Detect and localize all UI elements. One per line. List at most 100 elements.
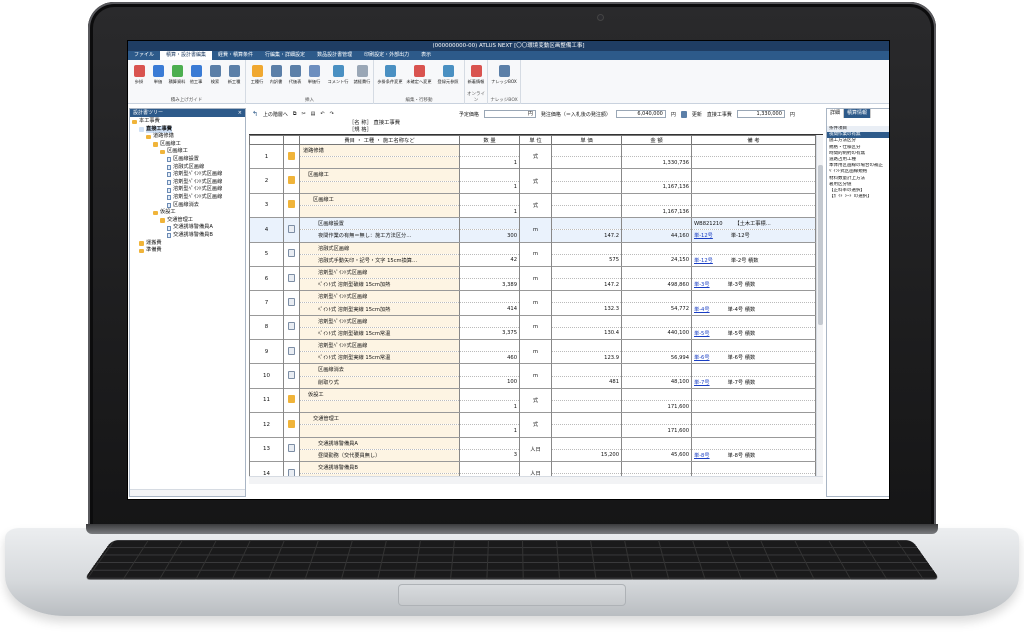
qty-cell[interactable]: 3,389 <box>459 278 520 292</box>
calculator-icon[interactable] <box>680 110 687 118</box>
menu-item-1[interactable]: 積算・設計書編集 <box>160 51 213 60</box>
price-cell[interactable]: 123.9 <box>551 351 622 365</box>
item-spec[interactable] <box>299 424 460 438</box>
menu-item-6[interactable]: 表示 <box>415 51 437 60</box>
qty-cell[interactable]: 460 <box>459 351 520 365</box>
item-name[interactable]: 区画線工 <box>299 192 460 206</box>
item-spec[interactable]: ﾍﾟｲﾝﾄ式 溶剤型実線 15cm常温 <box>299 351 460 365</box>
price-cell[interactable]: 130.4 <box>551 326 622 341</box>
item-spec[interactable]: 削取り式 <box>299 375 460 389</box>
tree-node[interactable]: 本工事費 <box>132 118 245 126</box>
price-cell[interactable]: 147.2 <box>551 229 622 243</box>
tree-node[interactable]: 直接工事費 <box>132 125 245 134</box>
detail-link[interactable]: 単-7号 <box>694 380 710 386</box>
redo-icon[interactable]: ↷ <box>330 111 334 117</box>
price-cell[interactable] <box>551 399 622 414</box>
detail-link[interactable]: 単-12号 <box>694 233 713 239</box>
tree-node[interactable]: 溶剤型ﾍﾟｲﾝﾄ式区画線 <box>132 194 245 202</box>
tree-node[interactable]: 交通誘導警備員B <box>132 232 245 240</box>
table-row[interactable]: 13 交通誘導警備員A 人日 <box>249 436 816 462</box>
menu-item-4[interactable]: 数品設計書管理 <box>311 51 358 60</box>
menu-item-2[interactable]: 経費・積算条件 <box>212 51 259 60</box>
qty-cell[interactable]: 414 <box>459 302 520 316</box>
table-row[interactable]: 5 溶融式区画線 m <box>249 241 816 267</box>
detail-link[interactable]: 単-8号 <box>694 453 710 459</box>
qty-cell[interactable]: 1 <box>459 180 520 194</box>
tree-node[interactable]: 運搬費 <box>132 240 245 248</box>
cut-icon[interactable]: ✂ <box>301 111 305 117</box>
qty-cell[interactable]: 300 <box>459 229 520 243</box>
condition-item[interactable]: 【ｶﾞｲﾄﾞｼｰﾄﾞの選択】 <box>827 194 889 200</box>
table-row[interactable]: 1 道路修繕式 <box>249 143 816 169</box>
qty-cell[interactable]: 42 <box>459 253 520 267</box>
tab-1[interactable]: 積算情報 <box>844 109 872 118</box>
qty-cell[interactable]: 3 <box>459 448 520 462</box>
copy-icon[interactable]: ⧉ <box>293 111 297 117</box>
item-spec[interactable] <box>299 399 460 414</box>
item-spec[interactable]: ﾍﾟｲﾝﾄ式 溶剤型破線 15cm加熱 <box>299 278 460 292</box>
item-name[interactable]: 道路修繕 <box>299 143 460 157</box>
detail-link[interactable]: 単-5号 <box>694 331 710 337</box>
tree-node[interactable]: 交通誘導警備員A <box>132 224 245 232</box>
tree-node[interactable]: 道路修繕 <box>132 133 245 141</box>
table-row[interactable]: 10 区画線消去 m <box>249 363 816 389</box>
detail-link[interactable]: 単-4号 <box>694 307 710 313</box>
tree-node[interactable]: 溶剤型ﾍﾟｲﾝﾄ式区画線 <box>132 171 245 179</box>
tree-node[interactable]: 溶剤型ﾍﾟｲﾝﾄ式区画線 <box>132 186 245 194</box>
grid-horizontal-scrollbar[interactable] <box>249 476 823 484</box>
price-cell[interactable]: 15,200 <box>551 448 622 462</box>
tree-horizontal-scrollbar[interactable] <box>130 489 245 496</box>
price-cell[interactable] <box>551 204 622 219</box>
table-row[interactable]: 11 仮設工 式 <box>249 387 816 413</box>
tree-node[interactable]: 区画線設置 <box>132 156 245 164</box>
up-level-button[interactable]: 上の階層へ <box>263 111 288 118</box>
up-level-icon[interactable]: ↰ <box>252 110 258 118</box>
tree-node[interactable]: 仮設工 <box>132 209 245 217</box>
item-name[interactable]: 区画線設置 <box>299 217 460 230</box>
price-cell[interactable]: 132.3 <box>551 302 622 316</box>
table-row[interactable]: 4 区画線設置 m WB821210 【土木工事標… <box>249 217 816 242</box>
table-row[interactable]: 3 区画線工 式 <box>249 192 816 218</box>
menu-item-0[interactable]: ファイル <box>128 51 160 60</box>
menu-item-5[interactable]: 印刷設定・外部出力 <box>358 51 415 60</box>
tab-0[interactable]: 詳細 <box>827 109 845 118</box>
item-name[interactable]: 交通誘導警備員A <box>299 436 460 450</box>
item-spec[interactable] <box>299 180 460 194</box>
detail-link[interactable]: 単-12号 <box>694 258 713 264</box>
table-row[interactable]: 9 溶剤型ﾍﾟｲﾝﾄ式区画線 m <box>249 338 816 364</box>
item-spec[interactable]: ﾍﾟｲﾝﾄ式 溶剤型実線 15cm加熱 <box>299 302 460 316</box>
item-name[interactable]: 溶融式区画線 <box>299 241 460 255</box>
order-price-field[interactable]: 6,040,000 <box>615 110 666 118</box>
menu-item-3[interactable]: 行編集・詳細設定 <box>259 51 311 60</box>
grid-vertical-scrollbar[interactable] <box>816 135 823 484</box>
item-name[interactable]: 溶剤型ﾍﾟｲﾝﾄ式区画線 <box>299 338 460 352</box>
undo-icon[interactable]: ↶ <box>320 111 324 117</box>
item-name[interactable]: 仮設工 <box>299 387 460 401</box>
detail-link[interactable]: 単-6号 <box>694 355 710 361</box>
price-cell[interactable] <box>551 180 622 194</box>
tree-node[interactable]: 区画線消去 <box>132 202 245 210</box>
item-name[interactable]: 区画線消去 <box>299 363 460 377</box>
table-row[interactable]: 8 溶剤型ﾍﾟｲﾝﾄ式区画線 m <box>249 314 816 340</box>
qty-cell[interactable]: 1 <box>459 424 520 438</box>
item-spec[interactable]: 夜間作業の有無＝無し：施工方法区分… <box>299 229 460 243</box>
item-name[interactable]: 溶剤型ﾍﾟｲﾝﾄ式区画線 <box>299 290 460 303</box>
qty-cell[interactable]: 100 <box>459 375 520 389</box>
qty-cell[interactable]: 1 <box>459 399 520 414</box>
item-name[interactable]: 溶剤型ﾍﾟｲﾝﾄ式区画線 <box>299 265 460 279</box>
price-cell[interactable]: 147.2 <box>551 278 622 292</box>
close-icon[interactable]: × <box>238 109 242 117</box>
planned-price-field[interactable]: 円 <box>483 110 536 118</box>
item-spec[interactable]: ﾍﾟｲﾝﾄ式 溶剤型破線 15cm常温 <box>299 326 460 341</box>
qty-cell[interactable]: 3,375 <box>459 326 520 341</box>
item-spec[interactable] <box>299 204 460 219</box>
tree-node[interactable]: 準備費 <box>132 247 245 255</box>
item-name[interactable]: 交通誘導警備員B <box>299 460 460 474</box>
price-cell[interactable]: 481 <box>551 375 622 389</box>
price-cell[interactable] <box>551 424 622 438</box>
price-cell[interactable] <box>551 156 622 170</box>
paste-icon[interactable]: ▤ <box>311 111 316 117</box>
table-row[interactable]: 6 溶剤型ﾍﾟｲﾝﾄ式区画線 m <box>249 265 816 291</box>
item-spec[interactable] <box>299 156 460 170</box>
tree-node[interactable]: 区画線工 <box>132 141 245 149</box>
